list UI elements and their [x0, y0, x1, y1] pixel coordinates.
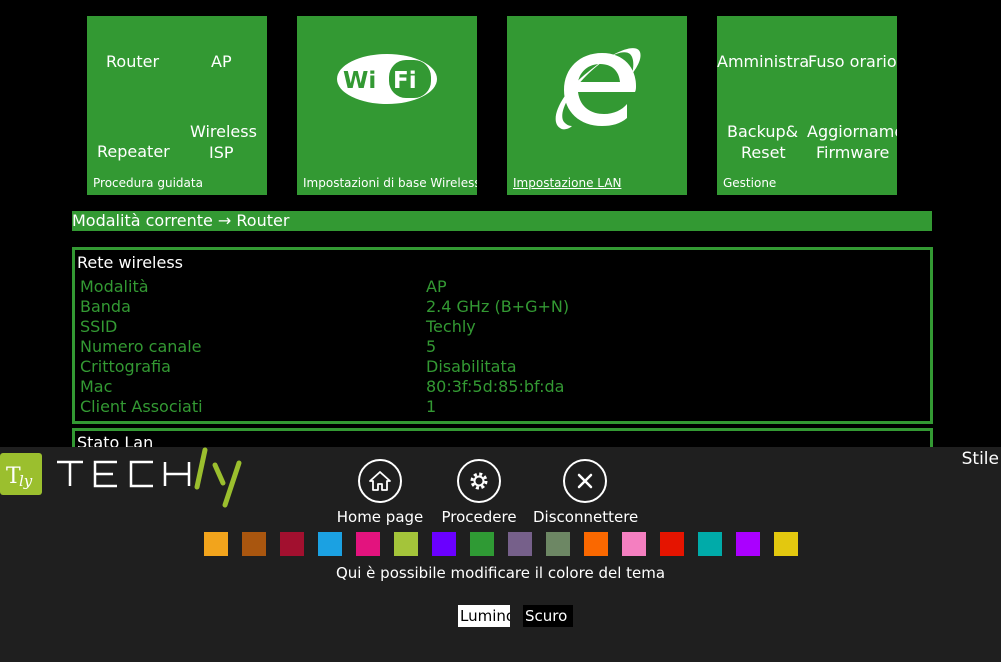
- status-label: Mac: [80, 377, 113, 396]
- status-label: SSID: [80, 317, 118, 336]
- status-row: Client Associati 1: [80, 397, 920, 417]
- status-value: AP: [426, 277, 447, 296]
- status-value: Techly: [426, 317, 476, 336]
- close-icon: [563, 459, 607, 503]
- wizard-repeater-option[interactable]: Repeater: [97, 142, 170, 162]
- wizard-wireless-isp-line1[interactable]: Wireless: [190, 122, 257, 142]
- tile-caption-wizard: Procedura guidata: [93, 176, 203, 190]
- dark-theme-button[interactable]: Scuro: [523, 605, 573, 627]
- light-theme-button[interactable]: Luminoso: [458, 605, 510, 627]
- theme-color-swatch[interactable]: [584, 532, 608, 556]
- theme-color-swatch[interactable]: [432, 532, 456, 556]
- home-icon: [358, 459, 402, 503]
- wizard-wireless-isp-line2[interactable]: ISP: [209, 143, 234, 163]
- mgmt-backup-line1[interactable]: Backup&: [727, 122, 798, 142]
- proceed-label: Procedere: [441, 508, 517, 526]
- disconnect-button[interactable]: Disconnettere: [533, 459, 639, 526]
- status-value: 5: [426, 337, 437, 356]
- theme-color-swatch[interactable]: [774, 532, 798, 556]
- tile-caption-wireless: Impostazioni di base Wireless: [303, 176, 477, 190]
- theme-color-swatch[interactable]: [204, 532, 228, 556]
- status-row: Modalità AP: [80, 277, 920, 297]
- mgmt-firmware-line1[interactable]: Aggiorname: [807, 122, 897, 142]
- tile-lan-settings[interactable]: Impostazione LAN: [507, 16, 687, 195]
- tile-caption-management: Gestione: [723, 176, 777, 190]
- mgmt-backup-line2[interactable]: Reset: [741, 143, 786, 163]
- tile-wizard[interactable]: Router AP Repeater Wireless ISP Procedur…: [87, 16, 267, 195]
- theme-color-hint: Qui è possibile modificare il colore del…: [335, 564, 666, 582]
- status-row: Crittografia Disabilitata: [80, 357, 920, 377]
- mgmt-timezone-option[interactable]: Fuso orario: [808, 52, 897, 72]
- lan-e-icon: [552, 40, 642, 140]
- techly-logo: [55, 447, 250, 513]
- theme-color-swatch[interactable]: [546, 532, 570, 556]
- theme-color-swatch[interactable]: [318, 532, 342, 556]
- theme-color-swatch[interactable]: [508, 532, 532, 556]
- techly-logo-mark: T ly: [0, 453, 42, 495]
- wireless-status-panel: Rete wireless Modalità AP Banda 2.4 GHz …: [72, 247, 933, 424]
- status-value: 2.4 GHz (B+G+N): [426, 297, 570, 316]
- mgmt-firmware-line2[interactable]: Firmware: [816, 143, 889, 163]
- disconnect-label: Disconnettere: [533, 508, 639, 526]
- status-label: Modalità: [80, 277, 149, 296]
- status-row: SSID Techly: [80, 317, 920, 337]
- theme-color-swatch[interactable]: [698, 532, 722, 556]
- router-admin-page: Router AP Repeater Wireless ISP Procedur…: [0, 0, 1001, 662]
- wizard-router-option[interactable]: Router: [106, 52, 159, 72]
- tile-wireless-basic[interactable]: Wi Fi Impostazioni di base Wireless: [297, 16, 477, 195]
- svg-text:ly: ly: [19, 472, 33, 490]
- theme-color-swatch[interactable]: [280, 532, 304, 556]
- status-value: 1: [426, 397, 437, 416]
- style-heading: Stile: [961, 449, 999, 469]
- theme-color-swatch[interactable]: [470, 532, 494, 556]
- status-value: Disabilitata: [426, 357, 517, 376]
- theme-color-swatch[interactable]: [242, 532, 266, 556]
- status-label: Crittografia: [80, 357, 171, 376]
- status-value: 80:3f:5d:85:bf:da: [426, 377, 565, 396]
- proceed-button[interactable]: Procedere: [437, 459, 521, 526]
- tile-management[interactable]: Amministra Fuso orario Backup& Reset Agg…: [717, 16, 897, 195]
- status-label: Numero canale: [80, 337, 202, 356]
- home-page-button[interactable]: Home page: [336, 459, 424, 526]
- home-page-label: Home page: [336, 508, 424, 526]
- status-row: Mac 80:3f:5d:85:bf:da: [80, 377, 920, 397]
- theme-color-swatch[interactable]: [394, 532, 418, 556]
- theme-color-swatch[interactable]: [660, 532, 684, 556]
- wifi-logo-icon: Wi Fi: [336, 53, 438, 109]
- status-label: Banda: [80, 297, 131, 316]
- tile-caption-lan[interactable]: Impostazione LAN: [513, 176, 621, 190]
- status-row: Numero canale 5: [80, 337, 920, 357]
- theme-color-swatch[interactable]: [622, 532, 646, 556]
- wizard-ap-option[interactable]: AP: [211, 52, 232, 72]
- panel-title-wireless: Rete wireless: [77, 253, 184, 272]
- status-label: Client Associati: [80, 397, 203, 416]
- status-row: Banda 2.4 GHz (B+G+N): [80, 297, 920, 317]
- svg-text:Fi: Fi: [393, 68, 417, 94]
- current-mode-bar: Modalità corrente → Router: [72, 211, 932, 231]
- settings-charm-bar: Stile T ly Home page Procedere Disconnet…: [0, 447, 1001, 662]
- theme-color-swatch[interactable]: [736, 532, 760, 556]
- svg-text:Wi: Wi: [343, 68, 376, 94]
- theme-color-swatch[interactable]: [356, 532, 380, 556]
- gear-icon: [457, 459, 501, 503]
- mgmt-admin-option[interactable]: Amministra: [717, 52, 809, 72]
